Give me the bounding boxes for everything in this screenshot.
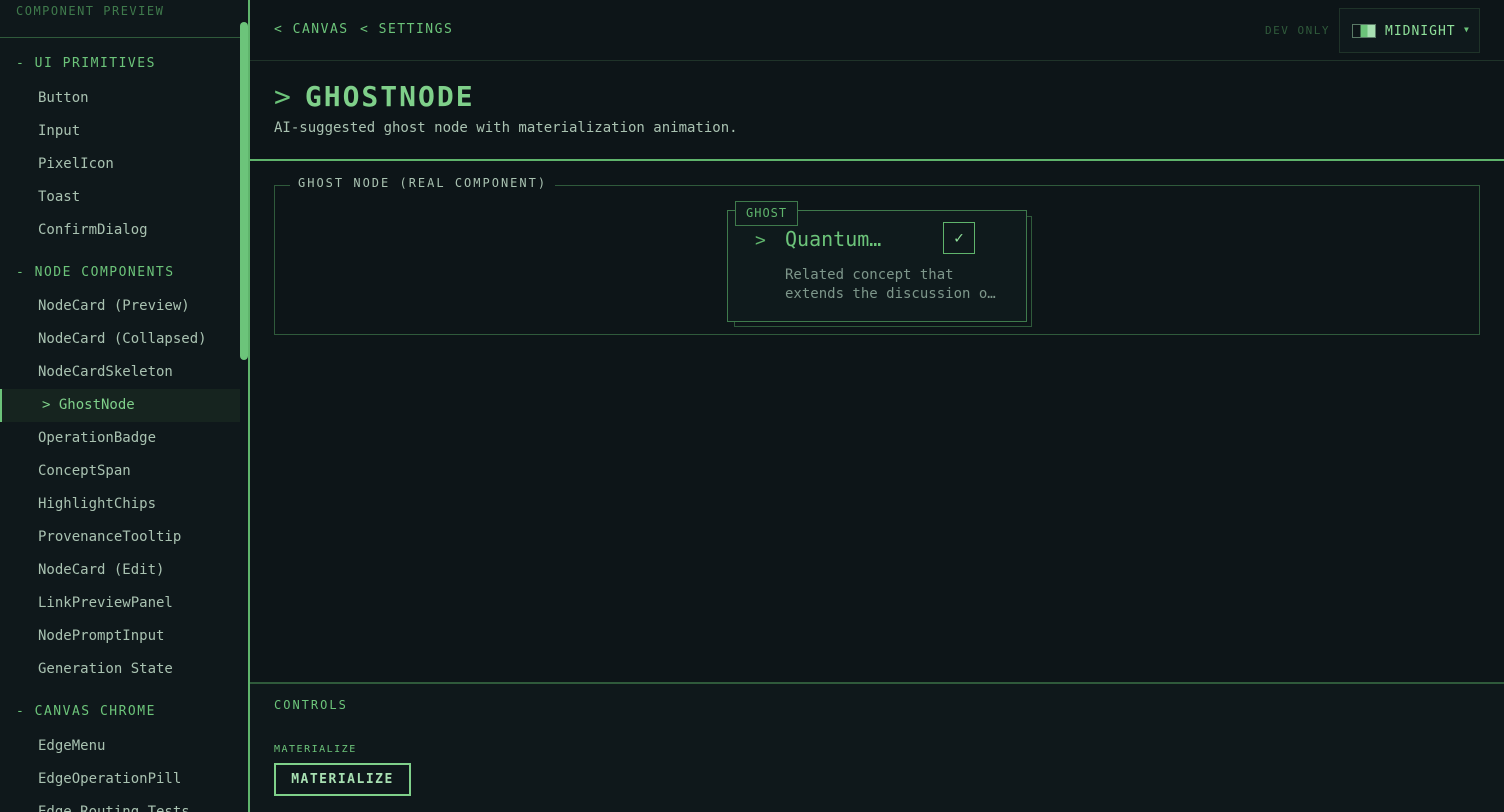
sidebar-title: COMPONENT PREVIEW [16, 4, 165, 18]
ghost-desc-line-1: Related concept that [785, 267, 954, 283]
sidebar-item-toast[interactable]: Toast [0, 181, 240, 214]
ghost-desc-line-2: extends the discussion o… [785, 286, 996, 302]
theme-select-value: MIDNIGHT [1385, 24, 1456, 39]
theme-swatch-icon [1352, 24, 1376, 38]
sidebar-item-operationbadge[interactable]: OperationBadge [0, 422, 240, 455]
page-title-text: GHOSTNODE [304, 80, 475, 113]
sidebar-item-nodecardskeleton[interactable]: NodeCardSkeleton [0, 356, 240, 389]
controls-title: CONTROLS [274, 698, 348, 712]
sidebar-item-pixelicon[interactable]: PixelIcon [0, 148, 240, 181]
page-subtitle: AI-suggested ghost node with materializa… [274, 120, 738, 136]
check-icon: ✓ [954, 228, 964, 247]
sidebar-item-nodecard-collapsed[interactable]: NodeCard (Collapsed) [0, 323, 240, 356]
preview-legend: GHOST NODE (REAL COMPONENT) [290, 176, 556, 190]
sidebar-item-linkpreviewpanel[interactable]: LinkPreviewPanel [0, 587, 240, 620]
sidebar-title-divider [0, 37, 240, 38]
sidebar-item-button[interactable]: Button [0, 82, 240, 115]
breadcrumb-canvas[interactable]: < CANVAS [274, 22, 349, 37]
sidebar-item-edge-routing-tests[interactable]: Edge Routing Tests [0, 796, 240, 812]
dev-only-label: DEV ONLY [1265, 24, 1330, 37]
ghost-node-title: Quantum… [785, 227, 882, 251]
sidebar-item-nodepromptinput[interactable]: NodePromptInput [0, 620, 240, 653]
sidebar-item-generation-state[interactable]: Generation State [0, 653, 240, 686]
breadcrumb-settings[interactable]: < SETTINGS [360, 22, 453, 37]
chevron-right-icon: > [274, 80, 293, 113]
sidebar-item-input[interactable]: Input [0, 115, 240, 148]
sidebar: COMPONENT PREVIEW - UI PRIMITIVES Button… [0, 0, 248, 812]
chevron-down-icon: ▼ [1464, 25, 1469, 34]
sidebar-section-node-components[interactable]: - NODE COMPONENTS [16, 265, 175, 280]
page-title: > GHOSTNODE [274, 80, 475, 113]
sidebar-item-edgeoperationpill[interactable]: EdgeOperationPill [0, 763, 240, 796]
title-divider [250, 159, 1504, 161]
theme-select[interactable]: MIDNIGHT ▼ [1339, 8, 1480, 53]
sidebar-scrollbar[interactable] [240, 22, 248, 360]
sidebar-section-ui-primitives[interactable]: - UI PRIMITIVES [16, 56, 156, 71]
ghost-node-description: Related concept that extends the discuss… [785, 266, 1013, 304]
sidebar-item-nodecard-edit[interactable]: NodeCard (Edit) [0, 554, 240, 587]
sidebar-item-ghostnode[interactable]: > GhostNode [0, 389, 240, 422]
sidebar-item-confirmdialog[interactable]: ConfirmDialog [0, 214, 240, 247]
controls-panel [250, 684, 1504, 812]
materialize-label: MATERIALIZE [274, 744, 357, 755]
ghost-badge: GHOST [735, 201, 799, 226]
chevron-right-icon[interactable]: > [755, 230, 766, 251]
sidebar-item-provenancetooltip[interactable]: ProvenanceTooltip [0, 521, 240, 554]
materialize-button[interactable]: MATERIALIZE [274, 763, 411, 796]
sidebar-item-conceptspan[interactable]: ConceptSpan [0, 455, 240, 488]
sidebar-section-canvas-chrome[interactable]: - CANVAS CHROME [16, 704, 156, 719]
accept-check-button[interactable]: ✓ [943, 222, 975, 254]
sidebar-item-edgemenu[interactable]: EdgeMenu [0, 730, 240, 763]
sidebar-item-nodecard-preview[interactable]: NodeCard (Preview) [0, 290, 240, 323]
sidebar-item-highlightchips[interactable]: HighlightChips [0, 488, 240, 521]
